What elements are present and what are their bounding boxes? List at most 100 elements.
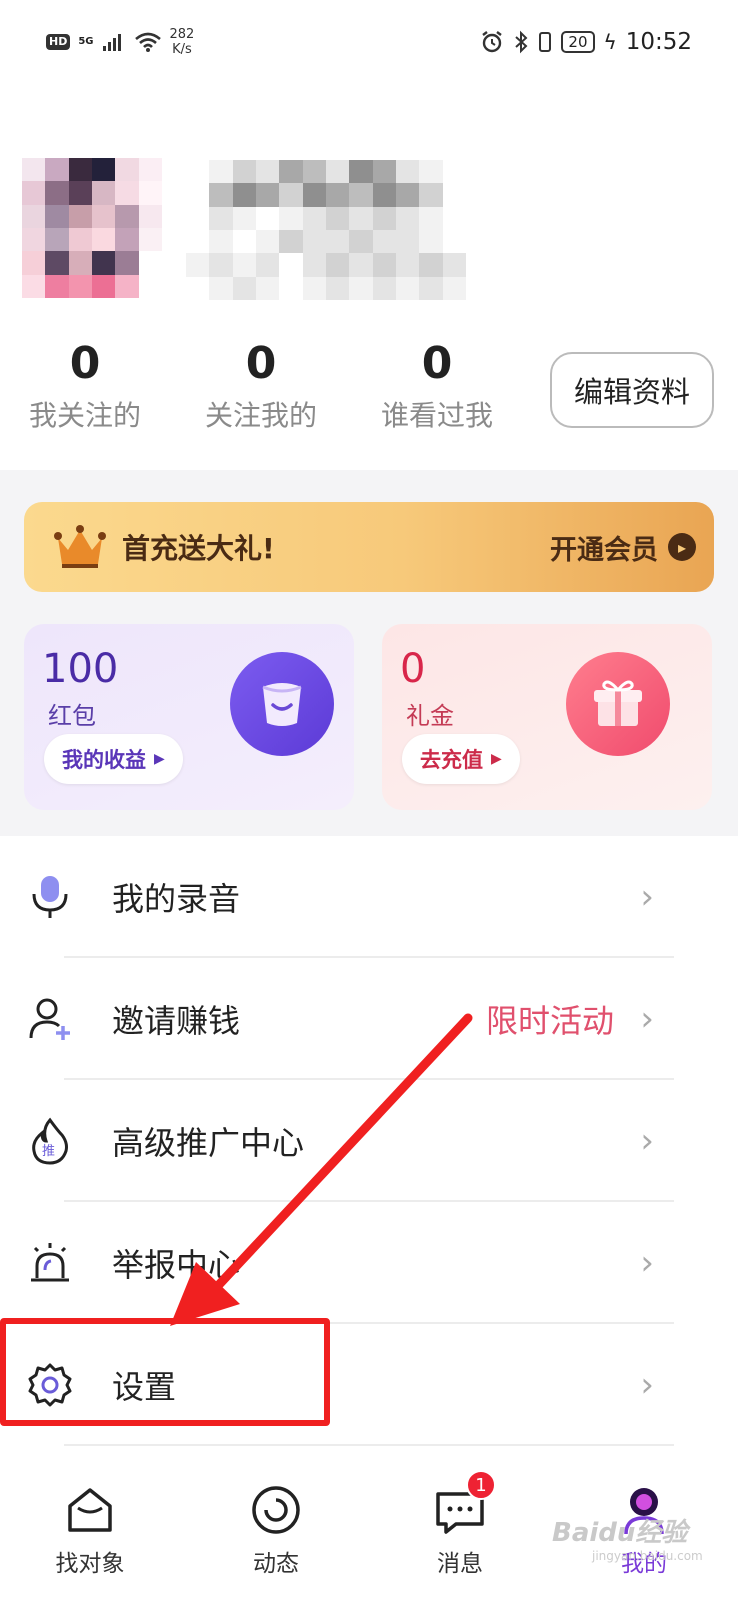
avatar-pixel — [138, 158, 162, 182]
username-pixel — [302, 276, 326, 300]
avatar[interactable] — [22, 158, 162, 298]
nav-messages[interactable]: 1 消息 — [400, 1470, 520, 1578]
hd-indicator: HD — [46, 34, 71, 50]
avatar-pixel — [138, 181, 162, 205]
username-pixel — [372, 183, 396, 207]
stat-following[interactable]: 0 我关注的 — [10, 334, 160, 438]
username-pixel — [326, 253, 350, 277]
avatar-pixel — [45, 274, 69, 298]
stat-value: 0 — [421, 338, 453, 389]
username-pixel — [442, 206, 466, 230]
username-pixel — [232, 253, 256, 277]
username-pixel — [326, 183, 350, 207]
chevron-right-icon: › — [640, 999, 654, 1039]
message-badge: 1 — [466, 1470, 496, 1500]
my-earnings-label: 我的收益 — [62, 748, 146, 772]
avatar-pixel — [22, 158, 46, 182]
menu-label: 高级推广中心 — [112, 1124, 305, 1162]
avatar-pixel — [22, 228, 46, 252]
username-pixel — [442, 160, 466, 184]
avatar-pixel — [45, 251, 69, 275]
username-pixel — [209, 160, 233, 184]
username-pixel — [396, 206, 420, 230]
chevron-right-icon: › — [640, 1365, 654, 1405]
username-pixel — [256, 276, 280, 300]
username-pixel — [186, 276, 210, 300]
chevron-right-icon: ▸ — [668, 533, 696, 561]
username-pixel — [419, 230, 443, 254]
username-pixel — [396, 276, 420, 300]
recharge-button[interactable]: 去充值 ▶ — [402, 734, 520, 784]
username-pixel — [256, 183, 280, 207]
avatar-pixel — [92, 204, 116, 228]
my-earnings-button[interactable]: 我的收益 ▶ — [44, 734, 183, 784]
username-pixel — [349, 160, 373, 184]
vip-banner[interactable]: 首充送大礼! 开通会员 ▸ — [24, 502, 714, 592]
username-pixel — [442, 183, 466, 207]
divider — [64, 1444, 674, 1446]
open-vip-label: 开通会员 — [550, 534, 658, 566]
nav-moments[interactable]: 动态 — [216, 1482, 336, 1578]
avatar-pixel — [22, 251, 46, 275]
open-vip-button[interactable]: 开通会员 ▸ — [550, 528, 696, 567]
avatar-pixel — [68, 158, 92, 182]
stat-visitors[interactable]: 0 谁看过我 — [362, 334, 512, 438]
username-pixel — [232, 183, 256, 207]
username-pixel — [349, 183, 373, 207]
avatar-pixel — [138, 204, 162, 228]
username-pixel — [419, 206, 443, 230]
username-pixel — [349, 206, 373, 230]
siren-icon — [26, 1239, 74, 1287]
chevron-right-icon: › — [640, 1243, 654, 1283]
username-pixel — [302, 160, 326, 184]
avatar-pixel — [45, 228, 69, 252]
username-pixel — [419, 160, 443, 184]
watermark-subtext: jingyan.baidu.com — [592, 1549, 703, 1563]
nav-find-match[interactable]: 找对象 — [30, 1482, 150, 1578]
gift-money-card[interactable]: 0 礼金 去充值 ▶ — [382, 624, 712, 810]
menu-item-promotion-center[interactable]: 推 高级推广中心 › — [0, 1080, 738, 1202]
username-pixel — [372, 276, 396, 300]
refresh-circle-icon — [248, 1482, 304, 1538]
red-packet-card[interactable]: 100 红包 我的收益 ▶ — [24, 624, 354, 810]
username-pixel — [209, 276, 233, 300]
avatar-pixel — [92, 181, 116, 205]
stat-value: 0 — [69, 338, 101, 389]
stat-followers[interactable]: 0 关注我的 — [186, 334, 336, 438]
speed-unit: K/s — [172, 42, 192, 57]
username-pixel — [396, 253, 420, 277]
gift-icon — [566, 652, 670, 756]
username-pixel — [302, 230, 326, 254]
avatar-pixel — [22, 204, 46, 228]
avatar-pixel — [92, 158, 116, 182]
avatar-pixel — [68, 228, 92, 252]
menu-item-invite[interactable]: 邀请赚钱 限时活动 › — [0, 958, 738, 1080]
username-pixel — [209, 230, 233, 254]
username-pixel — [256, 253, 280, 277]
username-pixel — [396, 230, 420, 254]
username-pixel — [232, 160, 256, 184]
menu-label: 举报中心 — [112, 1246, 241, 1284]
username-pixel — [279, 206, 303, 230]
add-user-icon — [26, 995, 74, 1043]
username-pixel — [232, 206, 256, 230]
username-pixel — [326, 276, 350, 300]
edit-profile-button[interactable]: 编辑资料 — [550, 352, 714, 428]
vibrate-icon — [539, 32, 552, 52]
username-pixel — [326, 160, 350, 184]
annotation-highlight-box — [0, 1318, 330, 1426]
username-pixel — [419, 276, 443, 300]
username-pixel — [209, 253, 233, 277]
nav-label: 动态 — [253, 1551, 299, 1577]
menu-item-report-center[interactable]: 举报中心 › — [0, 1202, 738, 1324]
username-pixel — [209, 206, 233, 230]
menu-label: 我的录音 — [112, 880, 241, 918]
menu-item-recordings[interactable]: 我的录音 › — [0, 836, 738, 958]
avatar-pixel — [138, 228, 162, 252]
triangle-right-icon: ▶ — [154, 751, 165, 767]
username-pixel — [349, 276, 373, 300]
alarm-icon — [482, 31, 503, 53]
username-pixel — [186, 230, 210, 254]
red-packet-amount: 100 — [42, 646, 119, 692]
limited-event-tag: 限时活动 — [485, 1002, 614, 1040]
